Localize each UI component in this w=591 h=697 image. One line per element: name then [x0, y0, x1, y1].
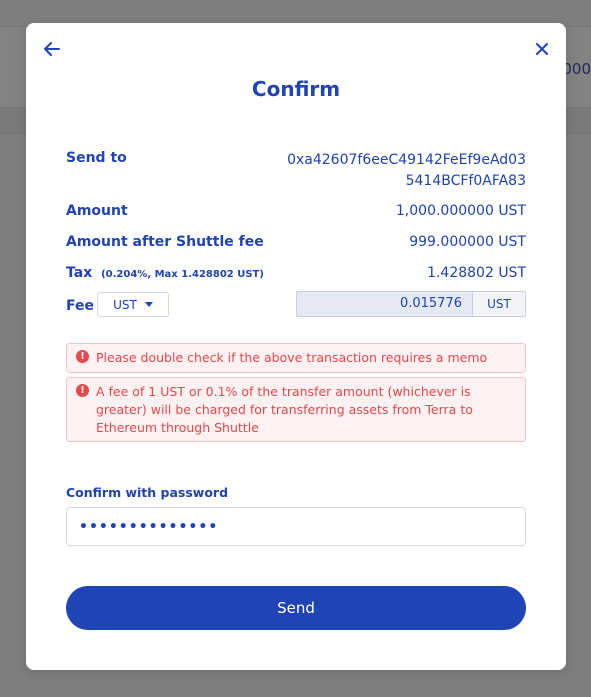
- amount-after-fee-label: Amount after Shuttle fee: [66, 234, 264, 250]
- fee-row: Fee UST 0.015776 UST: [66, 291, 526, 324]
- amount-row: Amount 1,000.000000 UST: [66, 203, 526, 223]
- fee-input-group: 0.015776 UST: [296, 291, 526, 317]
- memo-warning-alert: ! Please double check if the above trans…: [66, 343, 526, 373]
- send-to-address-line2: 5414BCFf0AFA83: [405, 173, 526, 189]
- fee-denom-select[interactable]: UST: [97, 292, 169, 317]
- exclamation-circle-icon: !: [76, 350, 89, 363]
- tax-note: (0.204%, Max 1.428802 UST): [101, 269, 264, 280]
- tax-label: Tax: [66, 265, 93, 281]
- fee-label: Fee: [66, 298, 94, 314]
- amount-after-fee-value: 999.000000 UST: [409, 234, 526, 250]
- close-button[interactable]: [530, 37, 554, 61]
- tax-row: Tax (0.204%, Max 1.428802 UST) 1.428802 …: [66, 265, 526, 285]
- send-button[interactable]: Send: [66, 586, 526, 630]
- caret-down-icon: [144, 302, 153, 307]
- memo-warning-text: Please double check if the above transac…: [96, 350, 488, 365]
- fee-input[interactable]: 0.015776: [296, 291, 472, 317]
- tax-label-group: Tax (0.204%, Max 1.428802 UST): [66, 265, 264, 281]
- send-to-address: 0xa42607f6eeC49142FeEf9eAd03 5414BCFf0AF…: [287, 150, 526, 192]
- confirm-modal: Confirm Send to 0xa42607f6eeC49142FeEf9e…: [26, 23, 566, 670]
- password-label: Confirm with password: [66, 485, 229, 500]
- arrow-left-icon: [44, 42, 60, 56]
- background-partial-text: 000: [562, 60, 591, 78]
- fee-denom-value: UST: [113, 297, 137, 312]
- modal-title: Confirm: [251, 77, 341, 101]
- tax-value: 1.428802 UST: [427, 265, 526, 281]
- password-input[interactable]: ••••••••••••••: [66, 507, 526, 546]
- fee-unit: UST: [472, 291, 526, 317]
- send-to-address-line1: 0xa42607f6eeC49142FeEf9eAd03: [287, 152, 526, 168]
- shuttle-fee-text: A fee of 1 UST or 0.1% of the transfer a…: [96, 384, 473, 435]
- amount-value: 1,000.000000 UST: [395, 203, 526, 219]
- close-icon: [536, 43, 548, 55]
- amount-label: Amount: [66, 203, 128, 219]
- shuttle-fee-alert: ! A fee of 1 UST or 0.1% of the transfer…: [66, 377, 526, 442]
- send-to-label: Send to: [66, 150, 127, 166]
- exclamation-circle-icon: !: [76, 384, 89, 397]
- amount-after-fee-row: Amount after Shuttle fee 999.000000 UST: [66, 234, 526, 254]
- back-button[interactable]: [40, 37, 64, 61]
- send-to-row: Send to 0xa42607f6eeC49142FeEf9eAd03 541…: [66, 150, 526, 194]
